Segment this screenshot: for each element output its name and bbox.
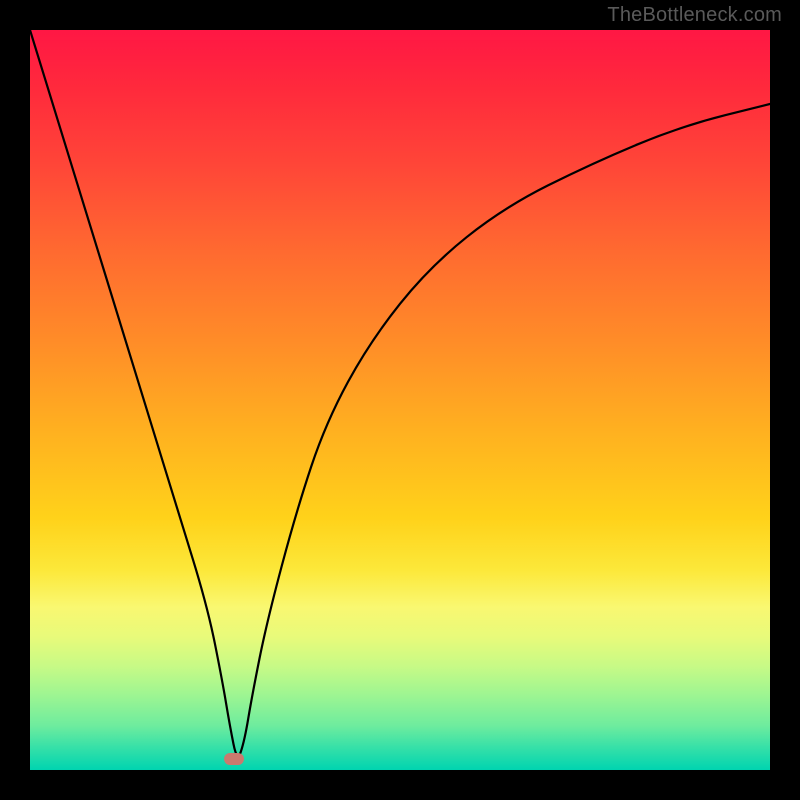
chart-curve-svg xyxy=(30,30,770,770)
bottleneck-curve-path xyxy=(30,30,770,756)
optimal-marker xyxy=(224,753,244,765)
chart-plot-area xyxy=(30,30,770,770)
watermark-text: TheBottleneck.com xyxy=(607,4,782,27)
